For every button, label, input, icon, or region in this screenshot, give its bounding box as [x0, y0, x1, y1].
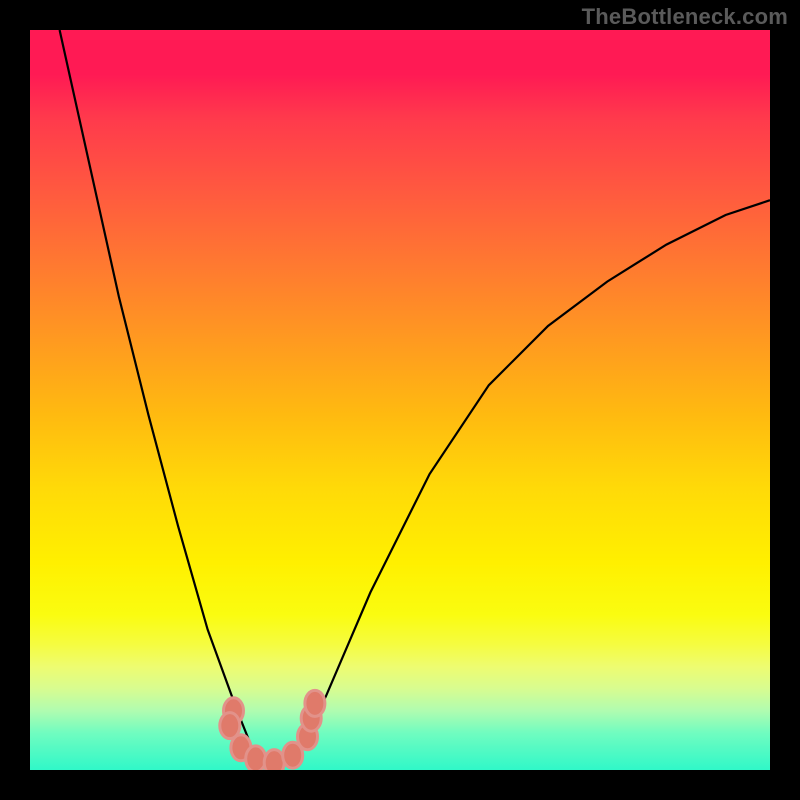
- watermark-text: TheBottleneck.com: [582, 4, 788, 30]
- blob-marker: [246, 746, 266, 770]
- highlight-blobs: [220, 690, 325, 770]
- right-curve: [296, 200, 770, 755]
- left-curve: [60, 30, 267, 763]
- plot-area: [30, 30, 770, 770]
- chart-container: TheBottleneck.com: [0, 0, 800, 800]
- blob-marker: [264, 750, 284, 770]
- curve-layer: [30, 30, 770, 770]
- blob-marker: [305, 690, 325, 716]
